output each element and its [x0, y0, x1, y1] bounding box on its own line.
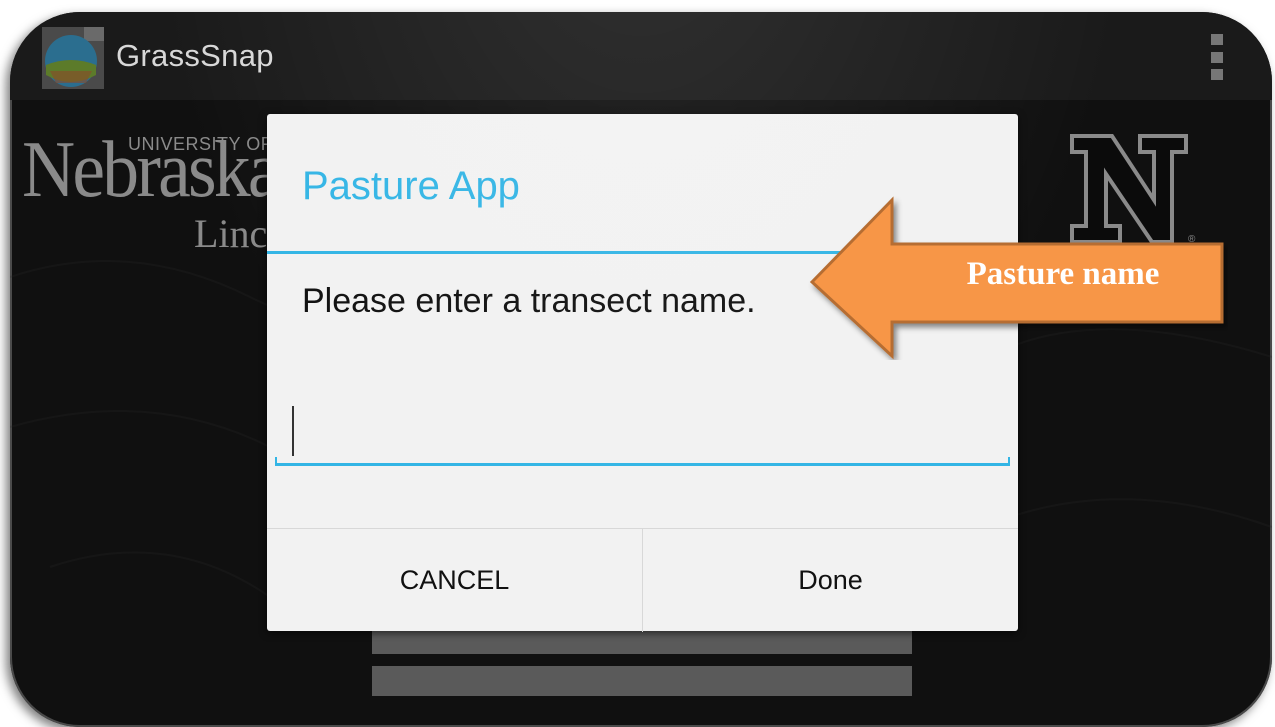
cancel-button[interactable]: CANCEL	[267, 529, 642, 632]
dialog-message: Please enter a transect name.	[302, 282, 756, 320]
app-title: GrassSnap	[116, 38, 274, 73]
background-bar-2	[372, 666, 912, 696]
overflow-menu-icon[interactable]	[1210, 34, 1224, 80]
dialog-title: Pasture App	[302, 164, 520, 208]
action-bar: GrassSnap	[10, 12, 1272, 100]
device-screen: GrassSnap Nebraska UNIVERSITY OF Lincoln…	[10, 12, 1272, 727]
dialog-button-row: CANCEL Done	[267, 528, 1018, 632]
nebraska-wordmark: Nebraska UNIVERSITY OF Lincoln	[22, 130, 282, 260]
transect-name-dialog: Pasture App Please enter a transect name…	[267, 114, 1018, 632]
text-cursor	[292, 406, 294, 456]
transect-name-input[interactable]	[275, 402, 1010, 466]
annotation-label: Pasture name	[966, 256, 1160, 292]
done-button[interactable]: Done	[642, 529, 1018, 632]
university-label: UNIVERSITY OF	[128, 134, 273, 154]
app-icon[interactable]	[40, 25, 106, 91]
input-underline	[275, 457, 1010, 466]
